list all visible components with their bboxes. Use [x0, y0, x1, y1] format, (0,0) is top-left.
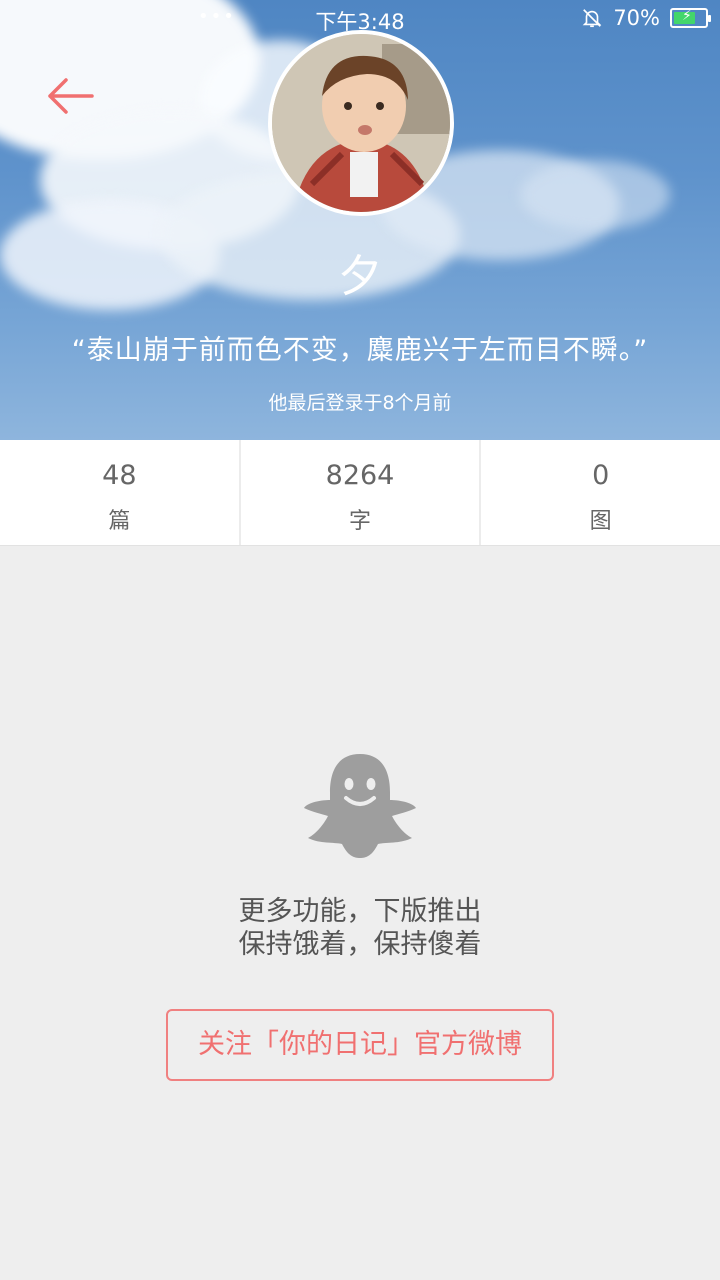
charging-bolt-icon: ⚡ [682, 8, 692, 24]
empty-state-message: 更多功能，下版推出 保持饿着，保持傻着 [0, 895, 720, 961]
follow-weibo-button[interactable]: 关注「你的日记」官方微博 [166, 1009, 554, 1081]
bell-off-icon [582, 9, 602, 28]
stats-bar: 48 篇 8264 字 0 图 [0, 440, 720, 546]
stat-value: 0 [592, 460, 610, 491]
ghost-icon [304, 754, 416, 858]
stat-words[interactable]: 8264 字 [241, 440, 482, 545]
avatar-photo [272, 34, 450, 212]
cloud-decoration [520, 160, 670, 230]
stat-value: 48 [102, 460, 137, 491]
profile-header: ••• 下午3:48 70% ⚡ 夕 “泰山崩于前而色不变，麋鹿兴于左而目不瞬。… [0, 0, 720, 440]
stat-images[interactable]: 0 图 [481, 440, 720, 545]
stat-label: 篇 [108, 509, 131, 534]
stat-articles[interactable]: 48 篇 [0, 440, 241, 545]
battery-percent: 70% [613, 6, 660, 30]
stat-value: 8264 [325, 460, 395, 491]
username: 夕 [338, 251, 382, 302]
avatar[interactable] [268, 30, 454, 216]
stat-label: 图 [589, 509, 612, 534]
stat-label: 字 [349, 509, 372, 534]
last-login-text: 他最后登录于8个月前 [268, 392, 452, 414]
empty-state-line: 保持饿着，保持傻着 [238, 929, 482, 960]
status-indicators: 70% ⚡ [581, 6, 711, 30]
empty-state-line: 更多功能，下版推出 [238, 896, 482, 927]
battery-charging-icon: ⚡ [670, 8, 711, 28]
back-arrow-icon[interactable] [40, 72, 104, 120]
profile-motto: “泰山崩于前而色不变，麋鹿兴于左而目不瞬。” [71, 335, 649, 366]
